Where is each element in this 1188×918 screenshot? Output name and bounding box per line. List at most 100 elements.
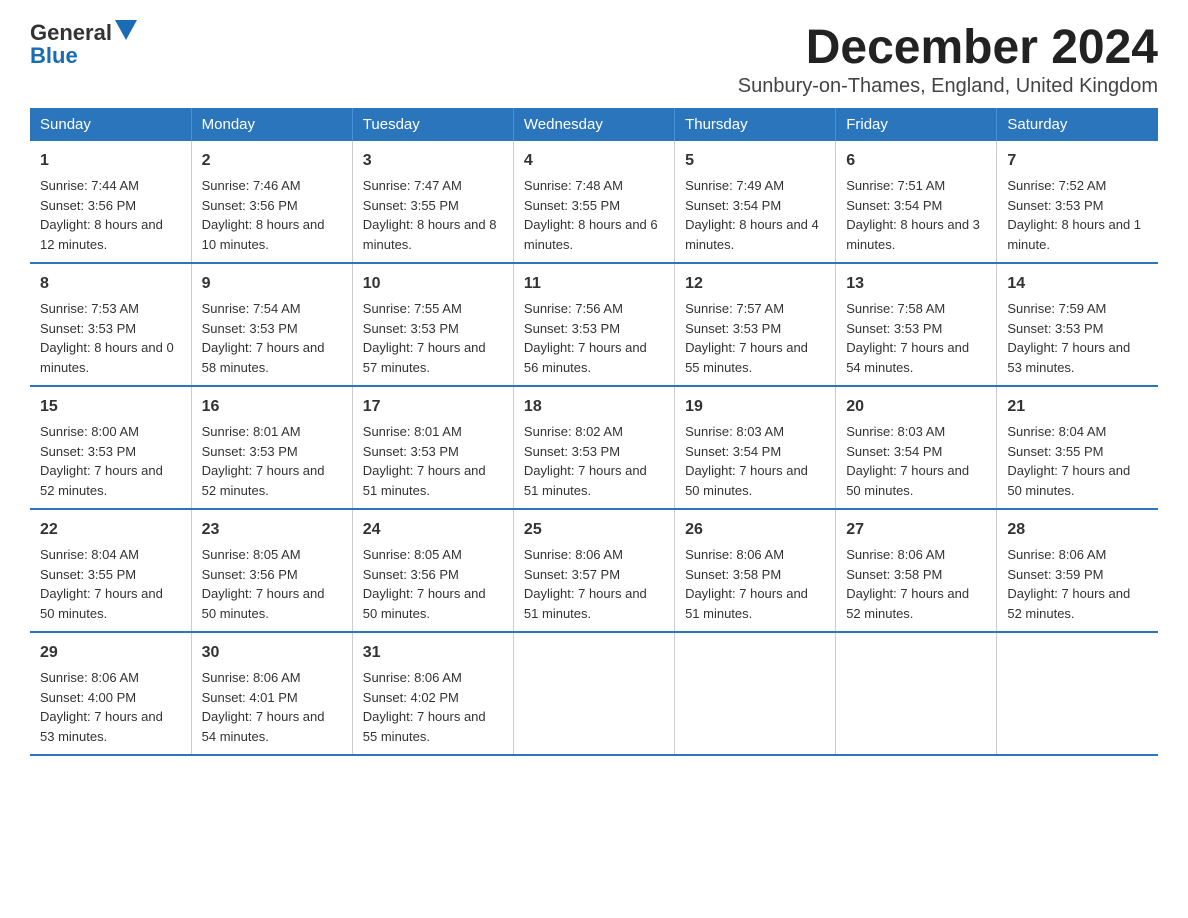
week-row-3: 15 Sunrise: 8:00 AMSunset: 3:53 PMDaylig… <box>30 386 1158 509</box>
day-info: Sunrise: 8:03 AMSunset: 3:54 PMDaylight:… <box>685 424 808 498</box>
day-cell: 23 Sunrise: 8:05 AMSunset: 3:56 PMDaylig… <box>191 509 352 632</box>
day-cell: 3 Sunrise: 7:47 AMSunset: 3:55 PMDayligh… <box>352 141 513 263</box>
day-number: 1 <box>40 149 181 173</box>
calendar-table: SundayMondayTuesdayWednesdayThursdayFrid… <box>30 108 1158 756</box>
day-cell: 8 Sunrise: 7:53 AMSunset: 3:53 PMDayligh… <box>30 263 191 386</box>
day-number: 19 <box>685 395 825 419</box>
day-info: Sunrise: 8:06 AMSunset: 4:01 PMDaylight:… <box>202 670 325 744</box>
day-info: Sunrise: 7:51 AMSunset: 3:54 PMDaylight:… <box>846 178 980 252</box>
day-cell: 2 Sunrise: 7:46 AMSunset: 3:56 PMDayligh… <box>191 141 352 263</box>
day-cell: 22 Sunrise: 8:04 AMSunset: 3:55 PMDaylig… <box>30 509 191 632</box>
day-number: 24 <box>363 518 503 542</box>
day-cell: 24 Sunrise: 8:05 AMSunset: 3:56 PMDaylig… <box>352 509 513 632</box>
day-info: Sunrise: 7:55 AMSunset: 3:53 PMDaylight:… <box>363 301 486 375</box>
page-header: General Blue December 2024 Sunbury-on-Th… <box>30 20 1158 98</box>
day-info: Sunrise: 8:06 AMSunset: 4:02 PMDaylight:… <box>363 670 486 744</box>
day-number: 22 <box>40 518 181 542</box>
header-cell-tuesday: Tuesday <box>352 108 513 141</box>
day-info: Sunrise: 7:59 AMSunset: 3:53 PMDaylight:… <box>1007 301 1130 375</box>
day-info: Sunrise: 7:47 AMSunset: 3:55 PMDaylight:… <box>363 178 497 252</box>
day-info: Sunrise: 8:00 AMSunset: 3:53 PMDaylight:… <box>40 424 163 498</box>
day-cell: 29 Sunrise: 8:06 AMSunset: 4:00 PMDaylig… <box>30 632 191 755</box>
day-cell: 10 Sunrise: 7:55 AMSunset: 3:53 PMDaylig… <box>352 263 513 386</box>
day-cell <box>513 632 674 755</box>
header-cell-monday: Monday <box>191 108 352 141</box>
day-info: Sunrise: 7:58 AMSunset: 3:53 PMDaylight:… <box>846 301 969 375</box>
day-cell: 20 Sunrise: 8:03 AMSunset: 3:54 PMDaylig… <box>836 386 997 509</box>
day-cell: 27 Sunrise: 8:06 AMSunset: 3:58 PMDaylig… <box>836 509 997 632</box>
day-number: 15 <box>40 395 181 419</box>
day-cell <box>675 632 836 755</box>
day-cell: 13 Sunrise: 7:58 AMSunset: 3:53 PMDaylig… <box>836 263 997 386</box>
day-number: 4 <box>524 149 664 173</box>
day-number: 6 <box>846 149 986 173</box>
day-cell <box>997 632 1158 755</box>
header-cell-wednesday: Wednesday <box>513 108 674 141</box>
day-info: Sunrise: 8:02 AMSunset: 3:53 PMDaylight:… <box>524 424 647 498</box>
day-number: 3 <box>363 149 503 173</box>
day-number: 29 <box>40 641 181 665</box>
day-cell: 15 Sunrise: 8:00 AMSunset: 3:53 PMDaylig… <box>30 386 191 509</box>
day-cell: 21 Sunrise: 8:04 AMSunset: 3:55 PMDaylig… <box>997 386 1158 509</box>
month-title: December 2024 <box>738 20 1158 75</box>
day-number: 21 <box>1007 395 1148 419</box>
day-number: 23 <box>202 518 342 542</box>
day-info: Sunrise: 8:03 AMSunset: 3:54 PMDaylight:… <box>846 424 969 498</box>
day-number: 5 <box>685 149 825 173</box>
header-cell-thursday: Thursday <box>675 108 836 141</box>
day-info: Sunrise: 7:53 AMSunset: 3:53 PMDaylight:… <box>40 301 174 375</box>
day-info: Sunrise: 8:06 AMSunset: 4:00 PMDaylight:… <box>40 670 163 744</box>
day-info: Sunrise: 8:01 AMSunset: 3:53 PMDaylight:… <box>202 424 325 498</box>
day-number: 7 <box>1007 149 1148 173</box>
day-info: Sunrise: 7:56 AMSunset: 3:53 PMDaylight:… <box>524 301 647 375</box>
day-number: 26 <box>685 518 825 542</box>
day-info: Sunrise: 7:54 AMSunset: 3:53 PMDaylight:… <box>202 301 325 375</box>
day-cell: 12 Sunrise: 7:57 AMSunset: 3:53 PMDaylig… <box>675 263 836 386</box>
day-cell <box>836 632 997 755</box>
day-number: 27 <box>846 518 986 542</box>
day-info: Sunrise: 8:06 AMSunset: 3:58 PMDaylight:… <box>846 547 969 621</box>
day-number: 25 <box>524 518 664 542</box>
day-cell: 4 Sunrise: 7:48 AMSunset: 3:55 PMDayligh… <box>513 141 674 263</box>
day-info: Sunrise: 8:06 AMSunset: 3:57 PMDaylight:… <box>524 547 647 621</box>
day-cell: 1 Sunrise: 7:44 AMSunset: 3:56 PMDayligh… <box>30 141 191 263</box>
calendar-header: SundayMondayTuesdayWednesdayThursdayFrid… <box>30 108 1158 141</box>
header-cell-sunday: Sunday <box>30 108 191 141</box>
week-row-4: 22 Sunrise: 8:04 AMSunset: 3:55 PMDaylig… <box>30 509 1158 632</box>
day-cell: 9 Sunrise: 7:54 AMSunset: 3:53 PMDayligh… <box>191 263 352 386</box>
day-info: Sunrise: 8:06 AMSunset: 3:59 PMDaylight:… <box>1007 547 1130 621</box>
day-cell: 28 Sunrise: 8:06 AMSunset: 3:59 PMDaylig… <box>997 509 1158 632</box>
logo-general-text: General <box>30 22 112 44</box>
day-number: 2 <box>202 149 342 173</box>
day-info: Sunrise: 7:52 AMSunset: 3:53 PMDaylight:… <box>1007 178 1141 252</box>
header-cell-friday: Friday <box>836 108 997 141</box>
day-info: Sunrise: 7:57 AMSunset: 3:53 PMDaylight:… <box>685 301 808 375</box>
day-cell: 25 Sunrise: 8:06 AMSunset: 3:57 PMDaylig… <box>513 509 674 632</box>
day-cell: 26 Sunrise: 8:06 AMSunset: 3:58 PMDaylig… <box>675 509 836 632</box>
day-number: 16 <box>202 395 342 419</box>
day-info: Sunrise: 7:49 AMSunset: 3:54 PMDaylight:… <box>685 178 819 252</box>
week-row-1: 1 Sunrise: 7:44 AMSunset: 3:56 PMDayligh… <box>30 141 1158 263</box>
day-cell: 7 Sunrise: 7:52 AMSunset: 3:53 PMDayligh… <box>997 141 1158 263</box>
week-row-2: 8 Sunrise: 7:53 AMSunset: 3:53 PMDayligh… <box>30 263 1158 386</box>
day-cell: 18 Sunrise: 8:02 AMSunset: 3:53 PMDaylig… <box>513 386 674 509</box>
day-number: 8 <box>40 272 181 296</box>
day-number: 12 <box>685 272 825 296</box>
day-number: 31 <box>363 641 503 665</box>
day-cell: 5 Sunrise: 7:49 AMSunset: 3:54 PMDayligh… <box>675 141 836 263</box>
week-row-5: 29 Sunrise: 8:06 AMSunset: 4:00 PMDaylig… <box>30 632 1158 755</box>
title-block: December 2024 Sunbury-on-Thames, England… <box>738 20 1158 98</box>
logo: General Blue <box>30 20 137 67</box>
day-info: Sunrise: 8:01 AMSunset: 3:53 PMDaylight:… <box>363 424 486 498</box>
day-number: 30 <box>202 641 342 665</box>
day-number: 20 <box>846 395 986 419</box>
day-info: Sunrise: 7:44 AMSunset: 3:56 PMDaylight:… <box>40 178 163 252</box>
day-number: 11 <box>524 272 664 296</box>
day-number: 13 <box>846 272 986 296</box>
calendar-body: 1 Sunrise: 7:44 AMSunset: 3:56 PMDayligh… <box>30 141 1158 755</box>
day-cell: 6 Sunrise: 7:51 AMSunset: 3:54 PMDayligh… <box>836 141 997 263</box>
day-info: Sunrise: 8:04 AMSunset: 3:55 PMDaylight:… <box>1007 424 1130 498</box>
day-cell: 17 Sunrise: 8:01 AMSunset: 3:53 PMDaylig… <box>352 386 513 509</box>
day-cell: 19 Sunrise: 8:03 AMSunset: 3:54 PMDaylig… <box>675 386 836 509</box>
day-cell: 11 Sunrise: 7:56 AMSunset: 3:53 PMDaylig… <box>513 263 674 386</box>
